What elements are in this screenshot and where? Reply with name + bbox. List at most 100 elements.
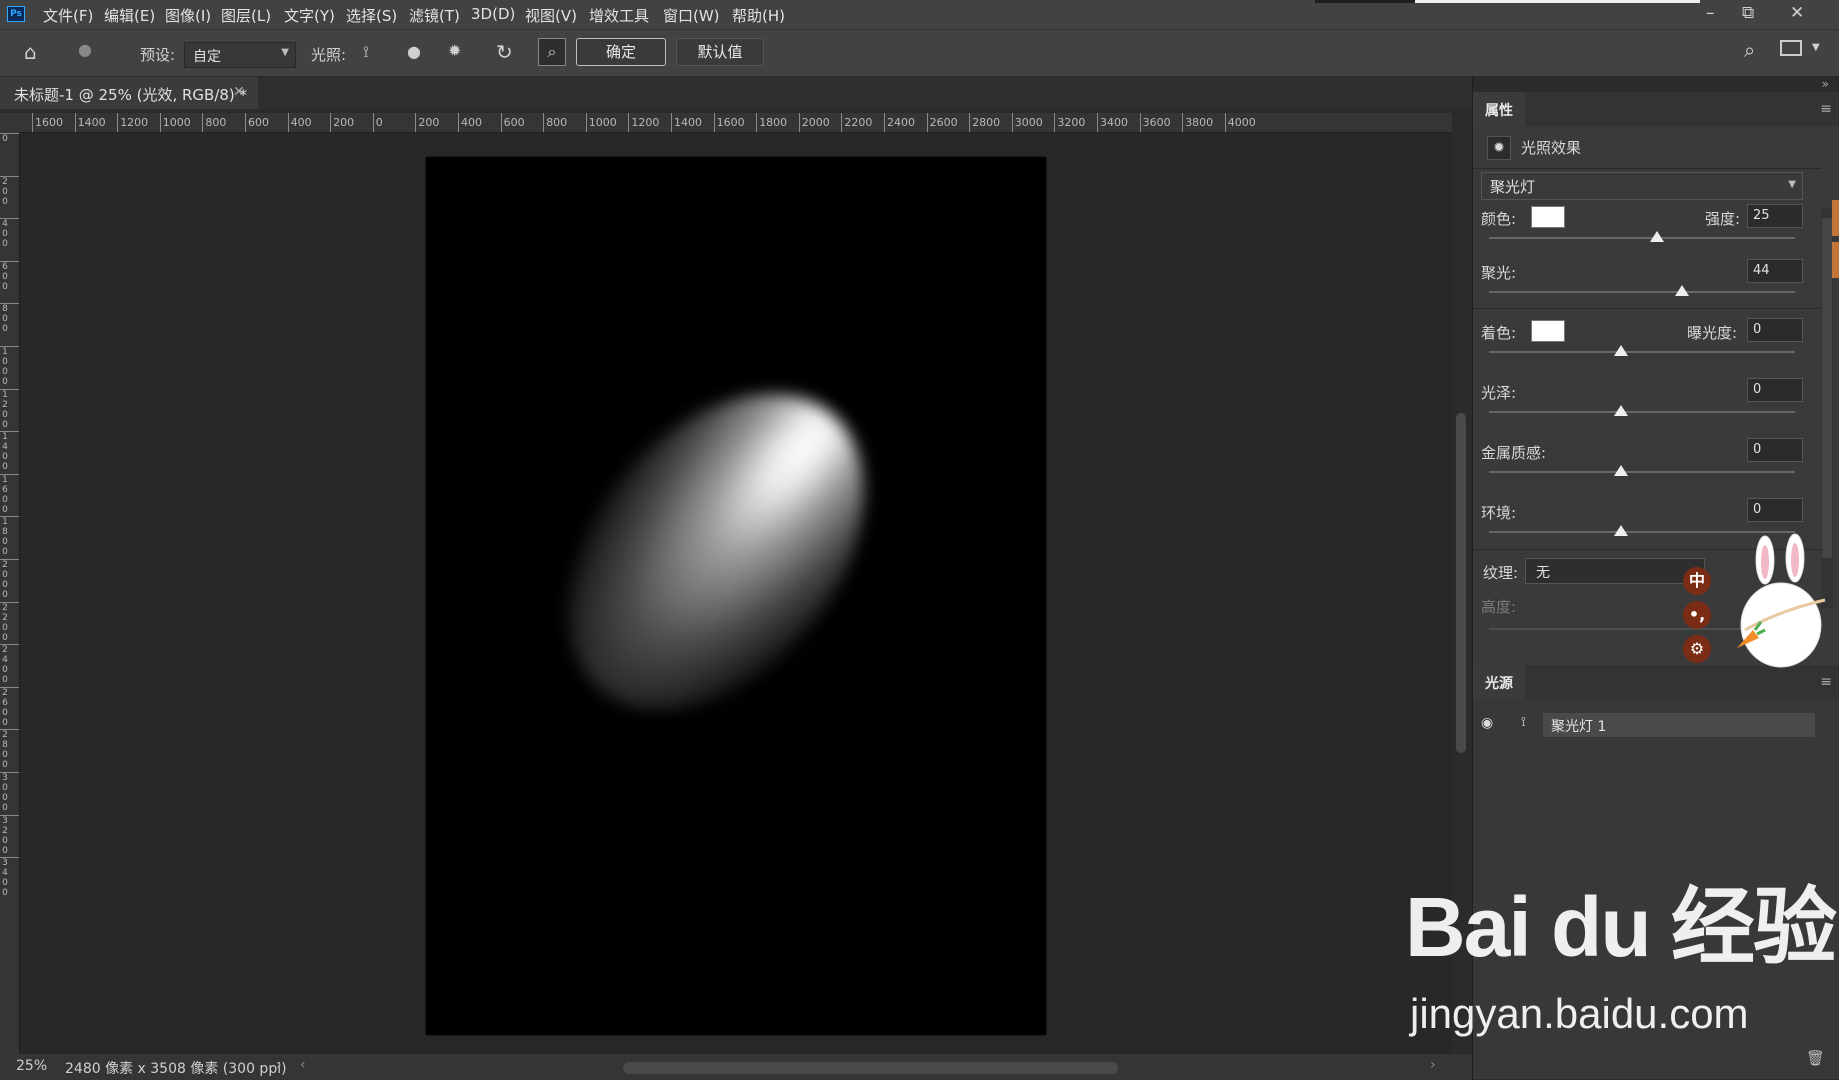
- light-type-select[interactable]: 聚光灯 ▼: [1481, 172, 1803, 200]
- intensity-slider-knob[interactable]: [1650, 231, 1665, 242]
- exposure-slider[interactable]: [1489, 351, 1795, 353]
- menu-select[interactable]: 选择(S): [346, 5, 397, 26]
- ruler-tick-label: 3400: [1097, 113, 1128, 132]
- restore-button[interactable]: ⧉: [1742, 3, 1754, 23]
- ruler-tick-label: 1400: [74, 113, 106, 132]
- ruler-tick-label: 1400: [0, 431, 19, 472]
- gloss-slider-knob[interactable]: [1613, 405, 1628, 416]
- infinite-light-add-icon[interactable]: ✹: [448, 41, 461, 60]
- intensity-label: 强度:: [1705, 210, 1741, 228]
- horizontal-scrollbar-thumb[interactable]: [623, 1062, 1118, 1074]
- gloss-input[interactable]: 0: [1747, 378, 1803, 402]
- zoom-level[interactable]: 25%: [16, 1058, 47, 1074]
- hotspot-label: 聚光:: [1481, 264, 1517, 282]
- intensity-input[interactable]: 25: [1747, 204, 1803, 228]
- ruler-tick-label: 200: [0, 175, 19, 207]
- ime-chinese-button[interactable]: 中: [1683, 567, 1711, 595]
- menu-image[interactable]: 图像(I): [165, 5, 211, 26]
- spotlight-preview[interactable]: [508, 336, 924, 768]
- close-window-button[interactable]: ✕: [1790, 3, 1804, 23]
- menu-icon[interactable]: ≡: [1820, 674, 1832, 690]
- light-type-value: 聚光灯: [1490, 178, 1536, 196]
- ambience-slider-knob[interactable]: [1613, 525, 1628, 536]
- exposure-slider-knob[interactable]: [1613, 345, 1628, 356]
- exposure-input[interactable]: 0: [1747, 318, 1803, 342]
- ruler-tick-label: 3000: [1011, 113, 1043, 132]
- menu-file[interactable]: 文件(F): [43, 5, 93, 26]
- texture-select[interactable]: 无: [1525, 558, 1705, 584]
- ruler-tick-label: 3000: [0, 772, 19, 813]
- menu-filter[interactable]: 滤镜(T): [409, 5, 460, 26]
- ruler-tick-label: 800: [202, 113, 226, 132]
- metallic-slider-knob[interactable]: [1613, 465, 1628, 476]
- gloss-slider[interactable]: [1489, 411, 1795, 413]
- metallic-slider[interactable]: [1489, 471, 1795, 473]
- gloss-label: 光泽:: [1481, 384, 1517, 402]
- scroll-left-icon[interactable]: ‹: [300, 1057, 306, 1073]
- menu-help[interactable]: 帮助(H): [732, 5, 785, 26]
- ok-button[interactable]: 确定: [576, 38, 666, 66]
- workspace-icon[interactable]: [1780, 40, 1802, 56]
- ruler-tick-label: 1800: [0, 516, 19, 557]
- collapse-panels-icon[interactable]: »: [1822, 77, 1829, 91]
- effect-name: 光照效果: [1521, 139, 1582, 157]
- ruler-tick-label: 0: [372, 113, 383, 132]
- document-tab[interactable]: 未标题-1 @ 25% (光效, RGB/8) *: [0, 77, 258, 109]
- preset-select[interactable]: 自定 ▼: [184, 42, 296, 68]
- document-tab-bar: 未标题-1 @ 25% (光效, RGB/8) * ✕: [0, 77, 1472, 109]
- colorize-swatch[interactable]: [1531, 320, 1565, 342]
- scroll-right-icon[interactable]: ›: [1430, 1057, 1436, 1073]
- reset-light-icon[interactable]: ↻: [496, 40, 513, 64]
- ruler-tick-label: 1600: [713, 113, 745, 132]
- metallic-input[interactable]: 0: [1747, 438, 1803, 462]
- ime-mascot-icon[interactable]: [1735, 530, 1827, 670]
- spotlight-add-icon[interactable]: ⟟: [363, 42, 369, 62]
- ime-settings-button[interactable]: ⚙: [1683, 635, 1711, 663]
- hotspot-slider-knob[interactable]: [1674, 285, 1689, 296]
- ruler-tick-label: 600: [500, 113, 525, 132]
- menu-layer[interactable]: 图层(L): [221, 5, 271, 26]
- ruler-tick-label: 1200: [117, 113, 148, 132]
- tab-properties[interactable]: 属性: [1473, 92, 1525, 126]
- minimize-button[interactable]: –: [1706, 3, 1715, 23]
- horizontal-ruler: 1600 1400 1200 1000 800 600 400 200 0 200 400 600 80…: [20, 113, 1452, 133]
- ruler-tick-label: 400: [287, 113, 312, 132]
- menu-view[interactable]: 视图(V): [525, 5, 577, 26]
- intensity-slider[interactable]: [1489, 237, 1795, 239]
- document-canvas[interactable]: [426, 157, 1046, 1035]
- preview-toggle-icon[interactable]: ⌕: [538, 38, 566, 66]
- menu-3d[interactable]: 3D(D): [471, 5, 515, 23]
- home-icon[interactable]: ⌂: [24, 40, 37, 64]
- ruler-tick-label: 2600: [0, 686, 19, 728]
- ime-punctuation-button[interactable]: •,: [1683, 601, 1711, 629]
- eye-icon[interactable]: ◉: [1481, 715, 1493, 731]
- lightbulb-tool-icon[interactable]: ●: [78, 40, 92, 59]
- close-icon[interactable]: ✕: [233, 84, 245, 100]
- chevron-down-icon[interactable]: ▼: [1812, 42, 1820, 53]
- divider: [1473, 308, 1821, 309]
- menu-plugins[interactable]: 增效工具: [589, 5, 649, 26]
- default-button[interactable]: 默认值: [676, 38, 764, 66]
- light-color-swatch[interactable]: [1531, 206, 1565, 228]
- search-icon[interactable]: ⌕: [1744, 38, 1755, 62]
- hotspot-input[interactable]: 44: [1747, 259, 1803, 283]
- colorize-label: 着色:: [1481, 324, 1517, 342]
- menu-icon[interactable]: ≡: [1820, 101, 1832, 117]
- menu-type[interactable]: 文字(Y): [284, 5, 335, 26]
- menu-edit[interactable]: 编辑(E): [104, 5, 155, 26]
- trash-icon[interactable]: 🗑: [1806, 1049, 1825, 1067]
- scrollbar-thumb[interactable]: [1822, 218, 1832, 558]
- hotspot-slider[interactable]: [1489, 291, 1795, 293]
- ambience-input[interactable]: 0: [1747, 498, 1803, 522]
- lights-panel-header: 光源 ≡: [1473, 665, 1839, 699]
- ruler-tick-label: 3400: [0, 857, 19, 898]
- tab-lights[interactable]: 光源: [1473, 665, 1525, 699]
- chevron-right-icon[interactable]: ›: [276, 1057, 282, 1073]
- menu-window[interactable]: 窗口(W): [663, 5, 720, 26]
- properties-panel-header: 属性 ≡: [1473, 92, 1839, 126]
- point-light-add-icon[interactable]: ●: [407, 42, 421, 61]
- ruler-tick-label: 2200: [0, 601, 19, 643]
- ruler-tick-label: 2800: [969, 113, 1000, 132]
- light-source-row[interactable]: 聚光灯 1: [1543, 713, 1815, 737]
- scrollbar-thumb[interactable]: [1456, 413, 1466, 753]
